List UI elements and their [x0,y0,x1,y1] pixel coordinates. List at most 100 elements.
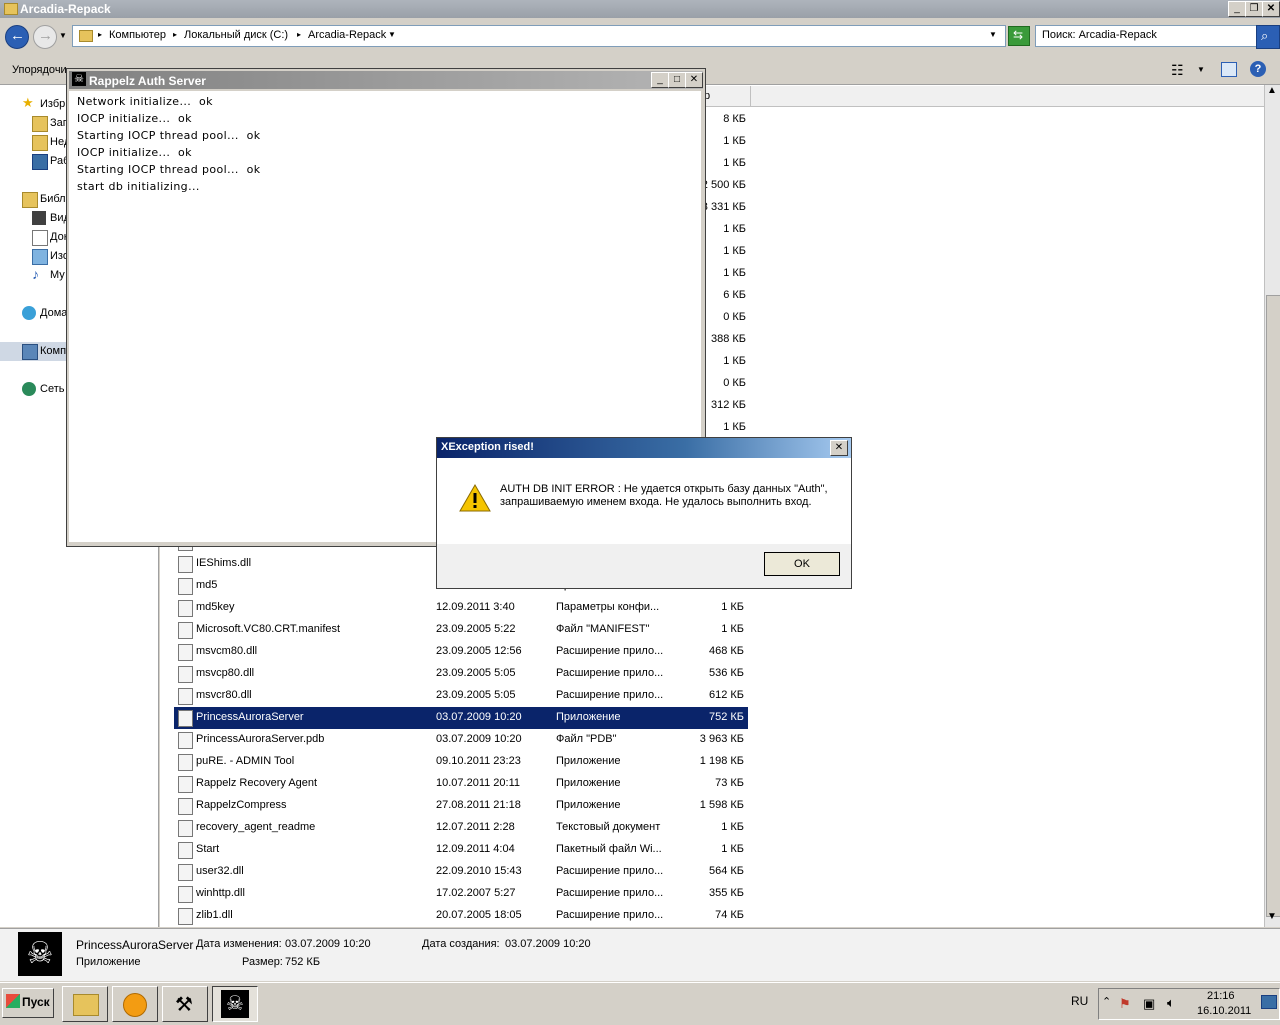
table-row[interactable]: md5key 12.09.2011 3:40 Параметры конфи... 1… [174,597,748,619]
table-row[interactable]: Start 12.09.2011 4:04 Пакетный файл Wi... 1… [174,839,748,861]
clock-time[interactable]: 21:16 [1207,990,1235,1002]
file-date: 17.02.2007 5:27 [436,887,516,899]
search-input[interactable]: Поиск: Arcadia-Repack [1035,25,1257,47]
scroll-down-icon[interactable]: ▼ [1267,911,1277,922]
file-type: Приложение [556,711,621,723]
breadcrumb-local-disk[interactable]: Локальный диск (C:) [184,29,288,41]
file-type: Файл "MANIFEST" [556,623,650,635]
file-size: 564 КБ [708,865,744,877]
file-icon [178,842,193,859]
file-icon [178,908,193,925]
table-row[interactable]: msvcp80.dll 23.09.2005 5:05 Расширение при… [174,663,748,685]
taskbar-media-button[interactable] [112,986,158,1022]
details-type: Приложение [76,956,141,968]
video-icon [32,211,46,225]
breadcrumb-arcadia[interactable]: Arcadia-Repack [308,29,386,41]
view-dropdown-icon[interactable]: ▼ [1197,65,1205,74]
table-row[interactable]: zlib1.dll 20.07.2005 18:05 Расширение прил… [174,905,748,927]
file-type: Расширение прило... [556,909,664,921]
nav-label: Заг [50,117,67,129]
console-minimize-button[interactable]: _ [651,72,669,88]
network-tray-icon[interactable]: ▣ [1143,996,1155,1012]
organize-button[interactable]: Упорядочи [12,64,67,76]
address-bar[interactable]: ▸ Компьютер ▸ Локальный диск (C:) ▸ Arca… [72,25,1006,47]
table-row[interactable]: msvcm80.dll 23.09.2005 12:56 Расширение пр… [174,641,748,663]
file-name: Start [196,843,220,855]
scroll-thumb[interactable] [1266,295,1280,917]
scroll-up-icon[interactable]: ▲ [1267,85,1277,96]
clock-date[interactable]: 16.10.2011 [1197,1005,1251,1017]
language-indicator[interactable]: RU [1071,994,1088,1008]
dialog-body: AUTH DB INIT ERROR : Не удается открыть … [437,458,851,544]
vertical-scrollbar[interactable]: ▲ ▼ [1264,85,1280,927]
console-line: IOCP initialize... ok [77,112,192,125]
ok-button[interactable]: OK [764,552,840,576]
table-row[interactable]: PrincessAuroraServer 03.07.2009 10:20 Прил… [174,707,748,729]
file-icon [178,732,193,749]
address-dropdown-icon[interactable]: ▼ [989,30,997,39]
console-close-button[interactable]: ✕ [685,72,703,88]
error-dialog[interactable]: XException rised! ✕ AUTH DB INIT ERROR :… [436,437,852,589]
history-dropdown-icon[interactable]: ▼ [59,31,67,40]
crumb-dropdown-icon[interactable]: ▼ [388,30,396,39]
folder-icon [73,994,99,1016]
show-hidden-icons[interactable]: ⌃ [1102,995,1111,1008]
taskbar-tools-button[interactable]: ⚒ [162,986,208,1022]
console-title-bar[interactable]: ☠ Rappelz Auth Server _ □ ✕ [69,71,703,89]
file-icon [178,820,193,837]
details-name: PrincessAuroraServer [76,938,194,952]
view-options-icon[interactable]: ☷ [1171,62,1184,79]
homegroup-icon [22,306,36,320]
help-icon[interactable]: ? [1250,61,1266,77]
file-date: 12.09.2011 4:04 [436,843,515,855]
table-row[interactable]: Microsoft.VC80.CRT.manifest 23.09.2005 5:… [174,619,748,641]
forward-button[interactable]: → [33,25,57,49]
file-icon [178,886,193,903]
start-label: Пуск [22,995,50,1009]
crumb-separator-icon: ▸ [173,30,178,39]
table-row[interactable]: winhttp.dll 17.02.2007 5:27 Расширение при… [174,883,748,905]
file-name: Microsoft.VC80.CRT.manifest [196,623,341,635]
table-row[interactable]: PrincessAuroraServer.pdb 03.07.2009 10:20… [174,729,748,751]
explorer-title-bar: Arcadia-Repack _ ❐ ✕ [0,0,1280,18]
volume-icon[interactable]: 🔈︎ [1167,995,1175,1011]
file-size: 468 КБ [708,645,744,657]
table-row[interactable]: puRE. - ADMIN Tool 09.10.2011 23:23 Прилож… [174,751,748,773]
table-row[interactable]: recovery_agent_readme 12.07.2011 2:28 Текс… [174,817,748,839]
preview-pane-icon[interactable] [1221,62,1237,77]
back-button[interactable]: ← [5,25,29,49]
file-size: 1 198 КБ [699,755,744,767]
dialog-title-bar[interactable]: XException rised! ✕ [437,438,851,458]
show-desktop-icon[interactable] [1261,995,1277,1009]
start-button[interactable]: Пуск [2,988,54,1018]
maximize-button[interactable]: ❐ [1245,1,1263,17]
taskbar-explorer-button[interactable] [62,986,108,1022]
action-center-icon[interactable]: ⚑ [1119,996,1131,1012]
tools-icon: ⚒ [175,994,193,1016]
file-type: Расширение прило... [556,865,664,877]
details-pane: ☠ PrincessAuroraServer Дата изменения: 0… [0,928,1280,981]
table-row[interactable]: msvcr80.dll 23.09.2005 5:05 Расширение при… [174,685,748,707]
folder-icon [32,116,48,132]
table-row[interactable]: RappelzCompress 27.08.2011 21:18 Приложени… [174,795,748,817]
taskbar-auth-server-button[interactable]: ☠ [212,986,258,1022]
file-name: user32.dll [196,865,244,877]
close-button[interactable]: ✕ [1262,1,1280,17]
dialog-close-button[interactable]: ✕ [830,440,848,456]
breadcrumb-computer[interactable]: Компьютер [109,29,166,41]
table-row[interactable]: user32.dll 22.09.2010 15:43 Расширение при… [174,861,748,883]
details-size: 752 КБ [285,956,321,968]
file-size: 74 КБ [715,909,744,921]
search-button[interactable]: ⌕ [1256,25,1280,49]
file-type: Текстовый документ [556,821,661,833]
file-date: 10.07.2011 20:11 [436,777,521,789]
details-created-label: Дата создания: [422,938,500,950]
table-row[interactable]: Rappelz Recovery Agent 10.07.2011 20:11 Пр… [174,773,748,795]
file-name: md5key [196,601,235,613]
column-divider[interactable] [750,86,751,106]
file-icon [178,776,193,793]
refresh-button[interactable]: ⇆ [1008,26,1030,46]
console-maximize-button[interactable]: □ [668,72,686,88]
minimize-button[interactable]: _ [1228,1,1246,17]
folder-icon [79,30,93,42]
